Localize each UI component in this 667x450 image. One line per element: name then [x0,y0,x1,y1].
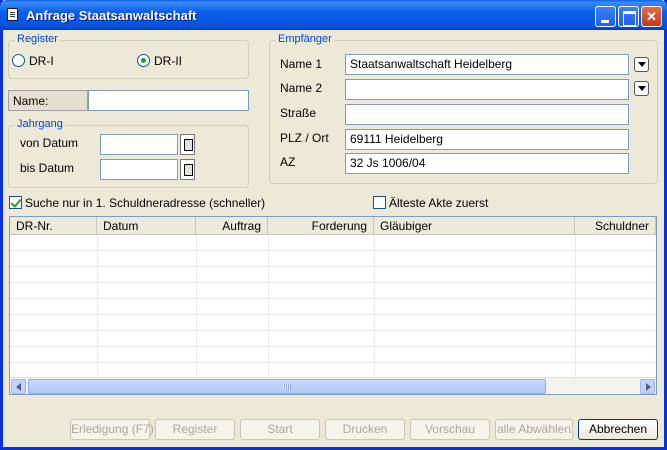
suche-checkbox[interactable] [9,196,22,209]
alle-abwaehlen-button[interactable]: alle Abwählen [495,419,573,440]
strasse-label: Straße [280,106,317,120]
column-divider [196,235,197,377]
von-datum-label: von Datum [20,136,79,150]
table-row[interactable] [10,283,656,299]
abbrechen-button[interactable]: Abbrechen [578,419,658,440]
az-input[interactable]: 32 Js 1006/04 [345,153,629,174]
table-row[interactable] [10,235,656,251]
table-row[interactable] [10,299,656,315]
col-forderung[interactable]: Forderung [268,217,374,235]
scroll-right-icon[interactable] [640,379,655,394]
name1-label: Name 1 [280,57,323,71]
radio-dr-ii-label[interactable]: DR-II [154,54,182,68]
column-divider [97,235,98,377]
suche-checkbox-label[interactable]: Suche nur in 1. Schuldneradresse (schnel… [25,196,265,210]
name-filter-label: Name: [8,90,88,111]
bis-datum-calendar-icon[interactable] [180,159,195,180]
table-row[interactable] [10,347,656,363]
name2-label: Name 2 [280,81,323,95]
column-divider [374,235,375,377]
empfaenger-legend: Empfänger [276,33,334,45]
title-bar[interactable]: Anfrage Staatsanwaltschaft ✕ [0,0,667,30]
aelteste-checkbox-label[interactable]: Älteste Akte zuerst [389,196,488,210]
column-divider [268,235,269,377]
drucken-button[interactable]: Drucken [325,419,405,440]
table-row[interactable] [10,315,656,331]
von-datum-calendar-icon[interactable] [180,134,195,155]
name-filter-input[interactable] [88,90,249,111]
window-title: Anfrage Staatsanwaltschaft [26,8,197,23]
bis-datum-input[interactable] [100,159,178,180]
vorschau-button[interactable]: Vorschau [410,419,490,440]
von-datum-input[interactable] [100,134,178,155]
document-icon [7,8,18,21]
name2-input[interactable] [345,79,629,100]
maximize-button[interactable] [618,6,639,27]
jahrgang-legend: Jahrgang [15,118,65,130]
table-header: DR-Nr. Datum Auftrag Forderung Gläubiger… [10,217,656,235]
aelteste-checkbox[interactable] [373,196,386,209]
scroll-left-icon[interactable] [11,379,26,394]
col-dr-nr[interactable]: DR-Nr. [10,217,97,235]
radio-dr-i-label[interactable]: DR-I [29,54,54,68]
name2-dropdown-icon[interactable] [634,81,649,96]
col-schuldner[interactable]: Schuldner [575,217,656,235]
scrollbar-thumb[interactable] [28,379,546,394]
strasse-input[interactable] [345,104,629,125]
close-button[interactable]: ✕ [641,6,662,27]
start-button[interactable]: Start [240,419,320,440]
grip-icon [283,384,291,390]
erledigung-button[interactable]: Erledigung (F7) [70,419,154,440]
register-legend: Register [15,33,60,45]
az-label: AZ [280,155,296,169]
col-datum[interactable]: Datum [97,217,196,235]
horizontal-scrollbar[interactable] [10,377,656,394]
minimize-button[interactable] [595,6,616,27]
results-table[interactable]: DR-Nr. Datum Auftrag Forderung Gläubiger… [9,216,657,395]
table-row[interactable] [10,267,656,283]
name1-dropdown-icon[interactable] [634,57,649,72]
column-divider [575,235,576,377]
plz-ort-label: PLZ / Ort [280,131,329,145]
table-row[interactable] [10,251,656,267]
radio-dr-ii[interactable] [137,54,150,67]
table-row[interactable] [10,331,656,347]
plz-ort-input[interactable]: 69111 Heidelberg [345,129,629,150]
bis-datum-label: bis Datum [20,161,75,175]
register-button[interactable]: Register [155,419,235,440]
name1-input[interactable]: Staatsanwaltschaft Heidelberg [345,54,629,75]
col-auftrag[interactable]: Auftrag [196,217,268,235]
radio-dr-i[interactable] [12,54,25,67]
col-glaeubiger[interactable]: Gläubiger [374,217,575,235]
